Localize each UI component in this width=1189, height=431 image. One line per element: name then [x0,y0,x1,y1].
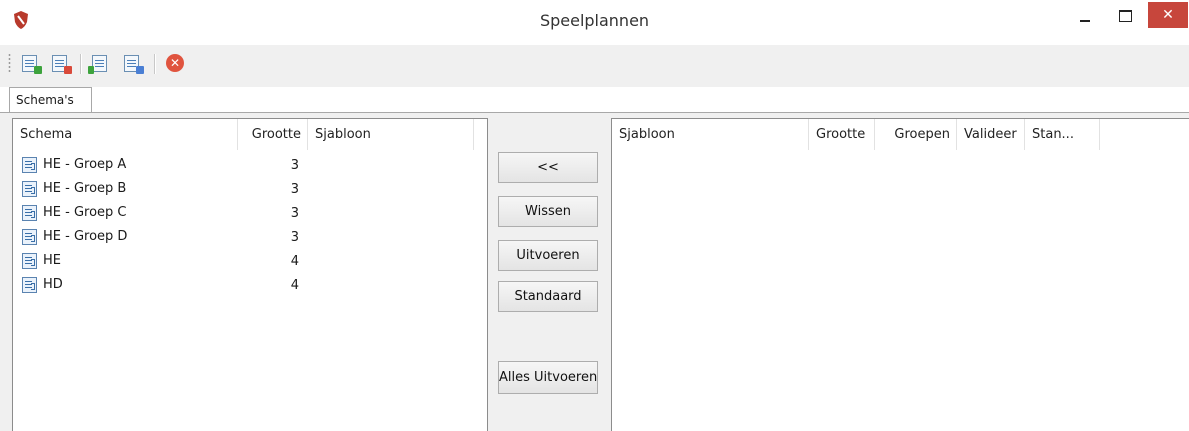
schema-list[interactable]: Schema Grootte Sjabloon HE - Groep A 3 H… [12,118,488,431]
execute-all-button[interactable]: Alles Uitvoeren [498,361,598,394]
column-header-valideer[interactable]: Valideer [957,119,1025,150]
schema-file-icon [22,181,37,197]
toolbar-separator [154,54,156,74]
schema-import-icon[interactable] [88,55,110,74]
schema-name: HE - Groep A [43,157,127,172]
table-row[interactable]: HE - Groep B 3 [13,177,473,201]
schema-size: 3 [290,206,299,221]
column-header-sjabloon[interactable]: Sjabloon [612,119,809,150]
schema-name: HE [43,253,61,268]
maximize-button[interactable] [1108,3,1142,29]
minimize-button[interactable] [1068,3,1102,29]
template-list[interactable]: Sjabloon Grootte Groepen Valideer Stan..… [611,118,1189,431]
title-bar: Speelplannen ✕ [0,0,1189,40]
schema-name: HD [43,277,63,292]
schema-size: 3 [290,158,299,173]
schema-size: 4 [290,254,299,269]
close-icon: ✕ [1162,7,1174,23]
column-header-schema[interactable]: Schema [13,119,238,150]
schema-export-icon[interactable] [124,55,144,74]
minimize-icon [1080,20,1090,22]
schema-file-icon [22,205,37,221]
schema-file-icon [22,157,37,173]
execute-button[interactable]: Uitvoeren [498,240,598,271]
schema-name: HE - Groep C [43,205,127,220]
toolbar-grip[interactable] [8,53,11,73]
column-header-sjabloon[interactable]: Sjabloon [308,119,474,150]
column-header-grootte[interactable]: Grootte [238,119,308,150]
toolbar: ✕ [0,45,1189,87]
schema-name: HE - Groep B [43,181,127,196]
tab-schemas[interactable]: Schema's [9,87,92,112]
clear-button[interactable]: Wissen [498,196,598,227]
window-title: Speelplannen [539,11,650,30]
close-button[interactable]: ✕ [1148,2,1188,28]
toolbar-separator [80,54,82,74]
default-button[interactable]: Standaard [498,281,598,312]
table-row[interactable]: HE - Groep C 3 [13,201,473,225]
tab-divider [0,112,1189,113]
schema-size: 3 [290,182,299,197]
schema-name: HE - Groep D [43,229,128,244]
table-row[interactable]: HE 4 [13,249,473,273]
table-row[interactable]: HD 4 [13,273,473,297]
move-back-button[interactable]: << [498,152,598,183]
table-row[interactable]: HE - Groep A 3 [13,153,473,177]
cancel-icon[interactable]: ✕ [166,54,184,72]
column-header-standaard[interactable]: Stan... [1025,119,1100,150]
maximize-icon [1118,10,1132,22]
schema-size: 3 [290,230,299,245]
table-row[interactable]: HE - Groep D 3 [13,225,473,249]
column-header-grootte[interactable]: Grootte [809,119,875,150]
schema-size: 4 [290,278,299,293]
schema-file-icon [22,229,37,245]
schema-add-icon[interactable] [22,55,42,74]
column-header-groepen[interactable]: Groepen [875,119,957,150]
schema-file-icon [22,277,37,293]
schema-remove-icon[interactable] [52,55,72,74]
schema-file-icon [22,253,37,269]
